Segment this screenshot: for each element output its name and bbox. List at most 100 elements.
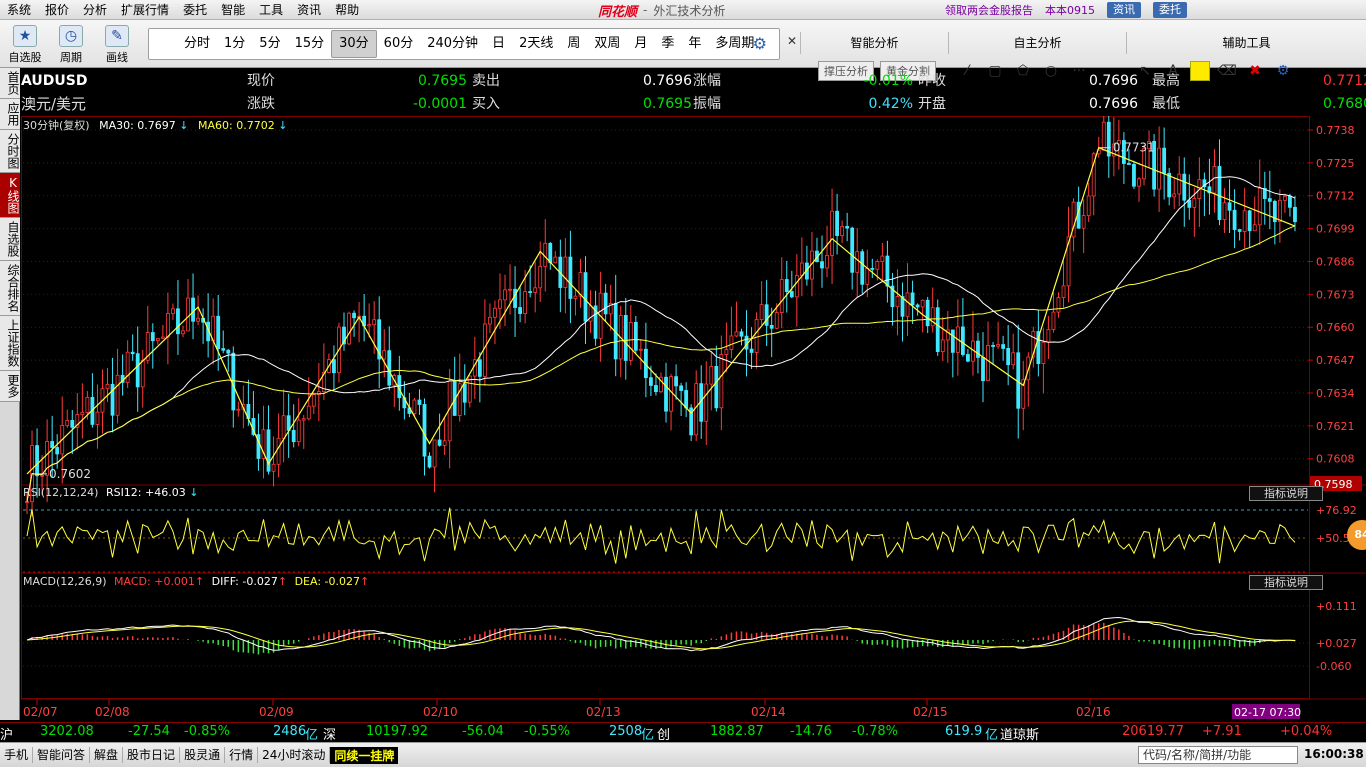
promo-link[interactable]: 领取两会金股报告 xyxy=(945,2,1033,18)
candle-body xyxy=(568,256,573,299)
side-tab-2[interactable]: 分时图 xyxy=(0,130,20,173)
side-tab-4[interactable]: 自选股 xyxy=(0,218,20,261)
side-tab-0[interactable]: 首页 xyxy=(0,68,20,99)
status-item-5[interactable]: 行情 xyxy=(225,747,259,763)
candle-body xyxy=(236,408,241,411)
menu-smart[interactable]: 智能 xyxy=(214,0,252,20)
status-item-3[interactable]: 股市日记 xyxy=(123,747,181,763)
tab-smart-analysis[interactable]: 智能分析 xyxy=(800,32,948,54)
side-tab-3[interactable]: K线图 xyxy=(0,173,20,218)
period-11[interactable]: 月 xyxy=(627,31,654,57)
menu-trade[interactable]: 委托 xyxy=(176,0,214,20)
status-item-2[interactable]: 解盘 xyxy=(90,747,124,763)
candle-body xyxy=(311,394,316,407)
menu-tools[interactable]: 工具 xyxy=(252,0,290,20)
chart-canvas[interactable]: 0.7738 0.7725 0.7712 0.7699 0.7686 0.7673 0.76… xyxy=(21,116,1366,720)
candle-body xyxy=(498,299,502,309)
period-13[interactable]: 年 xyxy=(681,31,708,57)
candle-body xyxy=(286,415,291,431)
period-2[interactable]: 5分 xyxy=(252,31,287,57)
quote-label: 买入 xyxy=(472,96,500,112)
news-button[interactable]: 资讯 xyxy=(1107,2,1141,18)
menu-help[interactable]: 帮助 xyxy=(328,0,366,20)
draw-line-button[interactable]: ✎ 画线 xyxy=(96,24,138,66)
quote-value: -0.0001 xyxy=(412,96,467,112)
candle-body xyxy=(573,295,578,299)
candle-body xyxy=(654,385,658,393)
index-name[interactable]: 道琼斯 xyxy=(1000,724,1039,743)
user-name[interactable]: 本本0915 xyxy=(1045,2,1095,18)
tab-self-analysis[interactable]: 自主分析 xyxy=(948,32,1126,54)
status-item-6[interactable]: 24小时滚动 xyxy=(258,747,331,763)
candle-body xyxy=(1187,199,1192,208)
candle-body xyxy=(905,292,910,317)
period-12[interactable]: 季 xyxy=(654,31,681,57)
candle-body xyxy=(412,399,417,414)
candle-body xyxy=(638,348,643,351)
y-tick-label: 0.7608 xyxy=(1316,453,1355,466)
menu-analysis[interactable]: 分析 xyxy=(76,0,114,20)
macd-params: MACD(12,26,9) xyxy=(23,575,107,588)
period-10[interactable]: 双周 xyxy=(587,31,627,57)
candle-body xyxy=(774,312,779,329)
quote-value: 0.7696 xyxy=(1089,73,1138,89)
rsi-help-button[interactable]: 指标说明 xyxy=(1249,486,1323,501)
period-3[interactable]: 15分 xyxy=(288,31,332,57)
period-9[interactable]: 周 xyxy=(560,31,587,57)
candle-body xyxy=(714,366,719,409)
candle-body xyxy=(1137,178,1141,187)
menu-extended-market[interactable]: 扩展行情 xyxy=(114,0,176,20)
close-icon[interactable]: ✕ xyxy=(787,34,797,48)
side-tab-7[interactable]: 更多 xyxy=(0,371,20,402)
index-name[interactable]: 深 xyxy=(323,724,336,743)
watchlist-button[interactable]: ★ 自选股 xyxy=(4,24,46,66)
menu-news[interactable]: 资讯 xyxy=(290,0,328,20)
candle-body xyxy=(1061,285,1066,298)
period-5[interactable]: 60分 xyxy=(377,31,421,57)
period-8[interactable]: 2天线 xyxy=(512,31,560,57)
candle-body xyxy=(533,287,538,293)
quote-value: 0.7712 xyxy=(1323,73,1366,89)
period-7[interactable]: 日 xyxy=(485,31,512,57)
tab-aux-tools[interactable]: 辅助工具 xyxy=(1126,32,1366,54)
candle-body xyxy=(764,304,769,326)
candle-body xyxy=(664,376,668,412)
down-arrow-icon: ↓ xyxy=(274,119,288,132)
macd-help-button[interactable]: 指标说明 xyxy=(1249,575,1323,590)
macd-tick-label: +0.111 xyxy=(1316,600,1357,613)
trade-button[interactable]: 委托 xyxy=(1153,2,1187,18)
candle-body xyxy=(754,319,759,353)
quote-value: 0.7680 xyxy=(1323,96,1366,112)
status-item-0[interactable]: 手机 xyxy=(0,747,34,763)
period-6[interactable]: 240分钟 xyxy=(420,31,485,57)
candle-body xyxy=(976,340,980,358)
gear-icon[interactable]: ⚙ xyxy=(753,34,767,53)
candle-body xyxy=(80,411,85,415)
y-tick-label: 0.7634 xyxy=(1316,387,1355,400)
status-item-1[interactable]: 智能问答 xyxy=(33,747,91,763)
hot-news-ticker[interactable]: 同续一挂牌 xyxy=(330,746,399,764)
menu-quote[interactable]: 报价 xyxy=(38,0,76,20)
candle-body xyxy=(493,307,497,318)
period-0[interactable]: 分时 xyxy=(177,31,217,57)
period-1[interactable]: 1分 xyxy=(217,31,252,57)
index-name[interactable]: 创 xyxy=(657,724,670,743)
quote-header: AUDUSD 澳元/美元 现价 0.7695 卖出 0.7696 涨幅 -0.01% 昨收 0… xyxy=(21,70,1366,116)
index-unit: 亿 xyxy=(305,728,319,743)
side-tab-1[interactable]: 应用 xyxy=(0,99,20,130)
status-item-4[interactable]: 股灵通 xyxy=(180,747,226,763)
candle-body xyxy=(633,321,638,351)
menu-system[interactable]: 系统 xyxy=(0,0,38,20)
search-input[interactable]: 代码/名称/简拼/功能 xyxy=(1138,746,1298,764)
index-amount: 2508 xyxy=(609,724,643,739)
period-button[interactable]: ◷ 周期 xyxy=(50,24,92,66)
brand: 同花顺 - 外汇技术分析 xyxy=(598,0,725,20)
period-4[interactable]: 30分 xyxy=(331,30,377,58)
candle-body xyxy=(186,297,190,332)
candle-body xyxy=(865,267,870,285)
candle-body xyxy=(1162,147,1167,174)
candle-body xyxy=(171,308,175,314)
side-tab-5[interactable]: 综合排名 xyxy=(0,261,20,316)
side-tab-6[interactable]: 上证指数 xyxy=(0,316,20,371)
index-name[interactable]: 沪 xyxy=(0,724,13,743)
